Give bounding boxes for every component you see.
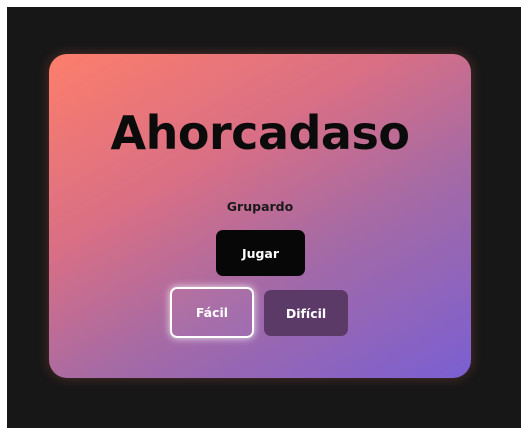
menu-card: Ahorcadaso Grupardo Jugar Fácil Difícil <box>49 54 471 378</box>
game-background: Ahorcadaso Grupardo Jugar Fácil Difícil <box>7 7 521 428</box>
game-subtitle: Grupardo <box>226 199 294 214</box>
game-title: Ahorcadaso <box>110 106 410 160</box>
easy-difficulty-button[interactable]: Fácil <box>170 287 254 338</box>
play-button[interactable]: Jugar <box>216 230 305 276</box>
hard-difficulty-button[interactable]: Difícil <box>264 290 348 336</box>
